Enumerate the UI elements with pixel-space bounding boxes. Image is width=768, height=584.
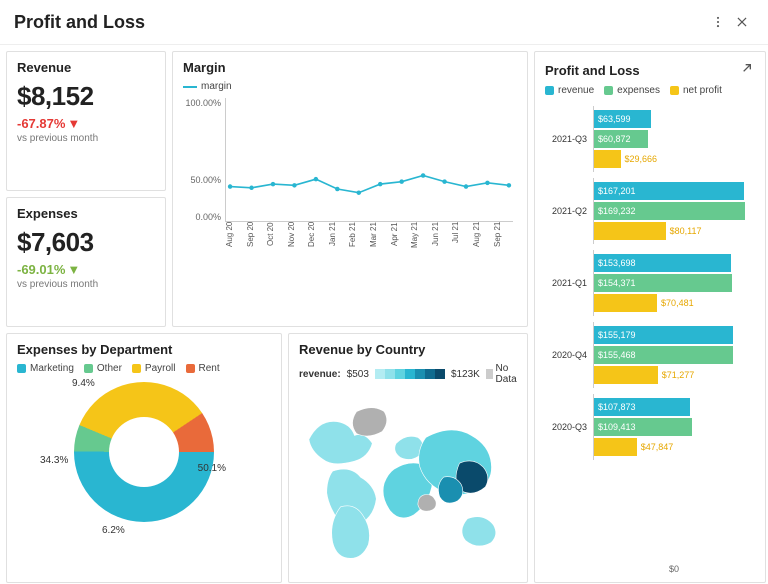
expenses-dept-card: Expenses by Department Marketing Other Pay… <box>6 333 282 583</box>
revenue-country-card: Revenue by Country revenue: $503 $123K N… <box>288 333 528 583</box>
revenue-country-legend: revenue: $503 $123K No Data <box>299 363 517 385</box>
legend-item: Payroll <box>132 363 176 374</box>
margin-x-tick: Nov 20 <box>287 222 308 258</box>
more-icon[interactable] <box>706 10 730 34</box>
pnl-legend: revenue expenses net profit <box>545 85 755 96</box>
pnl-period-label: 2021-Q2 <box>545 206 587 216</box>
pnl-bar-net-profit: $47,847 <box>594 438 755 456</box>
margin-x-tick: Apr 21 <box>390 222 411 258</box>
caret-down-icon: ▼ <box>67 262 80 277</box>
pnl-group: 2020-Q4 $155,179 $155,468 $71,277 <box>545 322 755 388</box>
pnl-bar-expenses: $155,468 <box>594 346 755 364</box>
kpi-revenue-card: Revenue $8,152 -67.87% ▼ vs previous mon… <box>6 51 166 191</box>
pnl-period-label: 2020-Q4 <box>545 350 587 360</box>
pnl-card: Profit and Loss revenue expenses net profi… <box>534 51 766 583</box>
pnl-period-label: 2020-Q3 <box>545 422 587 432</box>
margin-x-tick: Jan 21 <box>328 222 349 258</box>
margin-chart-title: Margin <box>183 60 517 75</box>
margin-y-tick: 0.00% <box>183 212 221 222</box>
kpi-revenue-title: Revenue <box>17 60 155 75</box>
pnl-period-label: 2021-Q3 <box>545 134 587 144</box>
kpi-expenses-delta: -69.01% ▼ <box>17 262 155 277</box>
pnl-bar-expenses: $169,232 <box>594 202 755 220</box>
pnl-group: 2021-Q2 $167,201 $169,232 $80,117 <box>545 178 755 244</box>
kpi-expenses-sub: vs previous month <box>17 279 155 290</box>
pnl-bar-expenses: $60,872 <box>594 130 755 148</box>
margin-x-tick: Oct 20 <box>266 222 287 258</box>
margin-x-tick: Aug 21 <box>472 222 493 258</box>
margin-y-tick: 100.00% <box>183 98 221 108</box>
revenue-country-title: Revenue by Country <box>299 342 517 357</box>
pnl-bar-expenses: $109,413 <box>594 418 755 436</box>
kpi-expenses-title: Expenses <box>17 206 155 221</box>
page-title: Profit and Loss <box>14 12 706 33</box>
legend-item: Other <box>84 363 122 374</box>
margin-x-tick: Aug 20 <box>225 222 246 258</box>
legend-item: net profit <box>670 85 722 96</box>
margin-x-axis: Aug 20Sep 20Oct 20Nov 20Dec 20Jan 21Feb … <box>225 222 513 258</box>
pnl-bar-revenue: $155,179 <box>594 326 755 344</box>
pnl-bar-net-profit: $70,481 <box>594 294 755 312</box>
pnl-bar-revenue: $153,698 <box>594 254 755 272</box>
pnl-bar-revenue: $63,599 <box>594 110 755 128</box>
pnl-group: 2020-Q3 $107,873 $109,413 $47,847 <box>545 394 755 460</box>
expenses-dept-legend: Marketing Other Payroll Rent <box>17 363 271 374</box>
pnl-group: 2021-Q1 $153,698 $154,371 $70,481 <box>545 250 755 316</box>
pnl-bar-net-profit: $71,277 <box>594 366 755 384</box>
world-map <box>299 389 517 579</box>
kpi-expenses-card: Expenses $7,603 -69.01% ▼ vs previous mo… <box>6 197 166 327</box>
margin-x-tick: Jul 21 <box>451 222 472 258</box>
pnl-bar-net-profit: $29,666 <box>594 150 755 168</box>
pnl-bar-net-profit: $80,117 <box>594 222 755 240</box>
pnl-bar-expenses: $154,371 <box>594 274 755 292</box>
margin-chart-card: Margin margin 100.00% 50.00% 0.00% Aug 2… <box>172 51 528 327</box>
margin-x-tick: Dec 20 <box>307 222 328 258</box>
kpi-revenue-delta: -67.87% ▼ <box>17 116 155 131</box>
kpi-revenue-value: $8,152 <box>17 81 155 112</box>
donut-chart: 50.1%6.2%34.3%9.4% <box>74 382 214 522</box>
donut-slice-label: 6.2% <box>102 525 125 536</box>
close-icon[interactable] <box>730 10 754 34</box>
pnl-bar-revenue: $167,201 <box>594 182 755 200</box>
margin-legend: margin <box>183 81 517 92</box>
pnl-x-origin: $0 <box>593 564 755 574</box>
expand-icon[interactable] <box>739 60 755 81</box>
margin-x-tick: Sep 21 <box>493 222 514 258</box>
legend-item: expenses <box>604 85 660 96</box>
margin-x-tick: Jun 21 <box>431 222 452 258</box>
margin-y-tick: 50.00% <box>183 175 221 185</box>
margin-x-tick: Feb 21 <box>348 222 369 258</box>
margin-x-tick: Mar 21 <box>369 222 390 258</box>
donut-slice-label: 50.1% <box>198 463 226 474</box>
pnl-title: Profit and Loss <box>545 63 739 78</box>
donut-slice-label: 34.3% <box>40 455 68 466</box>
kpi-revenue-sub: vs previous month <box>17 133 155 144</box>
pnl-group: 2021-Q3 $63,599 $60,872 $29,666 <box>545 106 755 172</box>
donut-slice-label: 9.4% <box>72 378 95 389</box>
legend-item: Rent <box>186 363 220 374</box>
caret-down-icon: ▼ <box>67 116 80 131</box>
kpi-expenses-value: $7,603 <box>17 227 155 258</box>
legend-item: revenue <box>545 85 594 96</box>
pnl-period-label: 2021-Q1 <box>545 278 587 288</box>
margin-x-tick: Sep 20 <box>246 222 267 258</box>
legend-item: Marketing <box>17 363 74 374</box>
expenses-dept-title: Expenses by Department <box>17 342 271 357</box>
margin-x-tick: May 21 <box>410 222 431 258</box>
pnl-bar-revenue: $107,873 <box>594 398 755 416</box>
margin-line-plot <box>226 98 513 221</box>
